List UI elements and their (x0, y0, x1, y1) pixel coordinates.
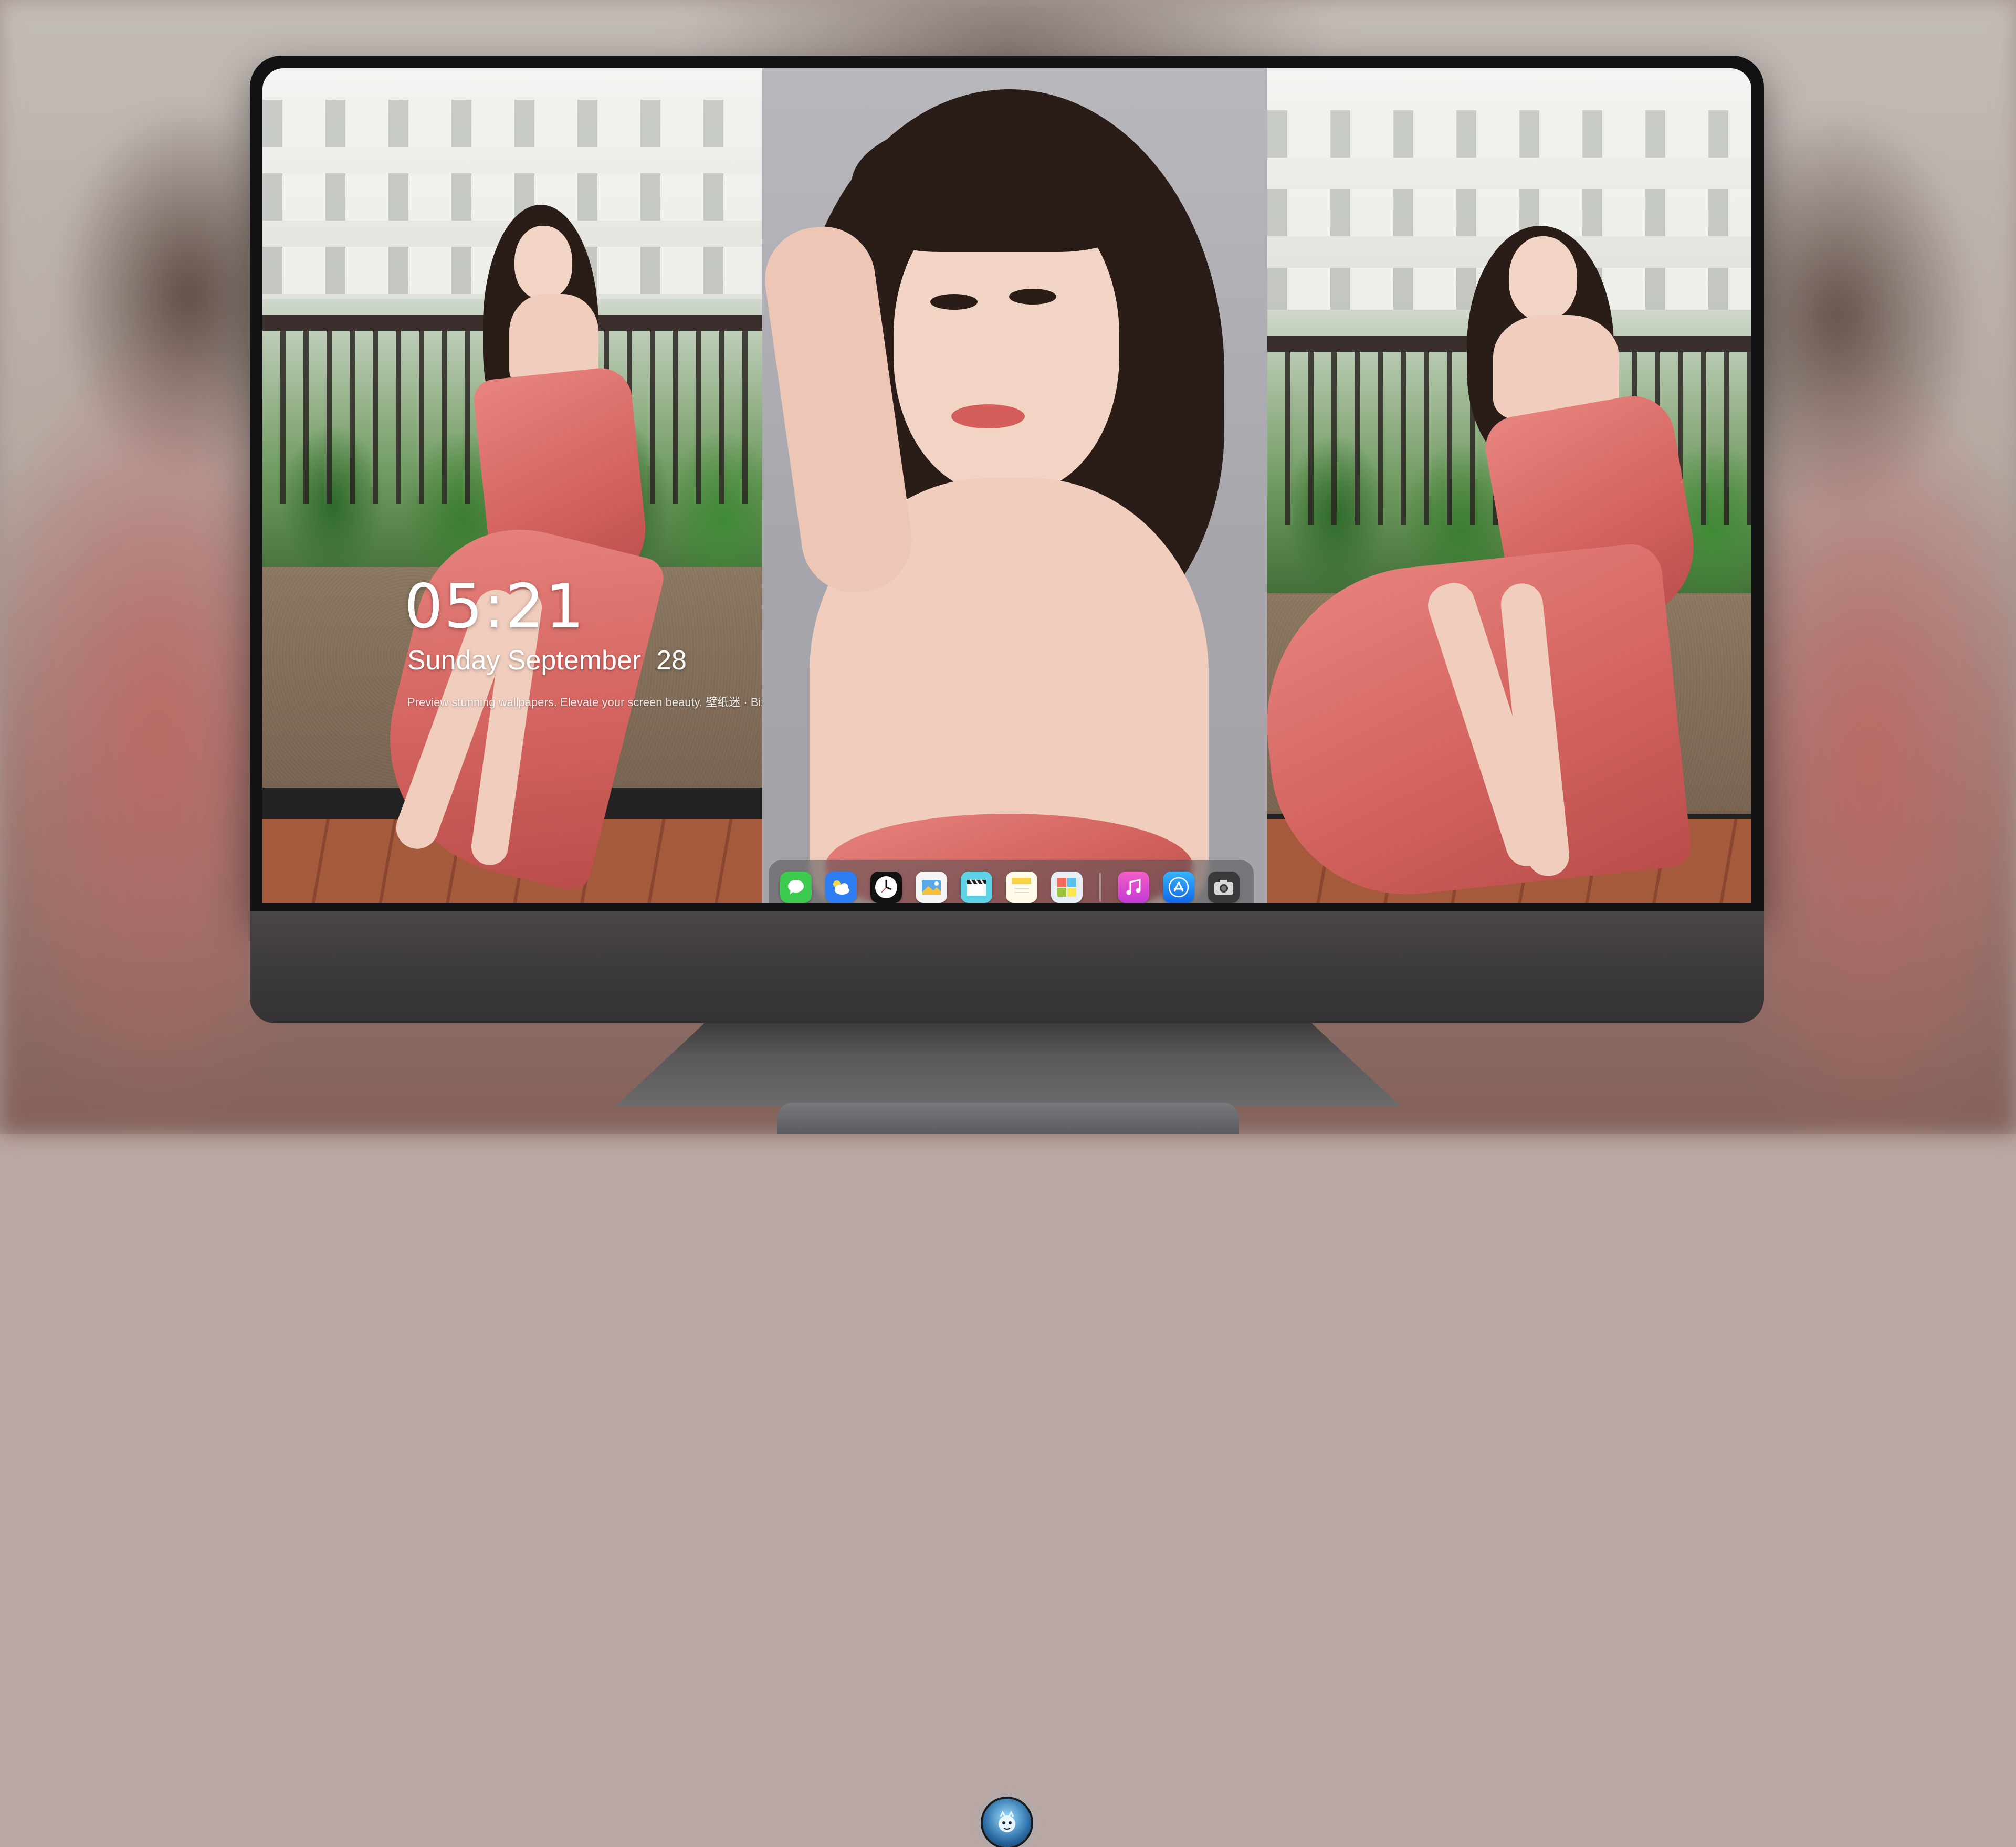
camera-icon[interactable] (1208, 872, 1240, 903)
screen: 05:21 Sunday September 28 Preview stunni… (262, 68, 1751, 903)
lock-screen-date: Sunday September 28 (407, 645, 687, 676)
wallpaper-panel-middle (762, 68, 1267, 903)
photo-grid-icon[interactable] (1051, 872, 1083, 903)
monitor-bezel: 05:21 Sunday September 28 Preview stunni… (250, 56, 1764, 911)
photo-viewer-icon[interactable] (916, 872, 947, 903)
dock-separator (1099, 873, 1101, 902)
app-dock (769, 860, 1254, 903)
building-floor (262, 100, 762, 147)
notepad-icon[interactable] (1006, 872, 1037, 903)
speech-bubble-icon[interactable] (780, 872, 812, 903)
music-note-icon[interactable] (1118, 872, 1149, 903)
building-floor (1267, 110, 1751, 158)
wallpaper-panel-left: 05:21 Sunday September 28 Preview stunni… (262, 68, 762, 903)
monitor-chin (250, 911, 1764, 1847)
lips (951, 404, 1025, 428)
building-floor (262, 173, 762, 221)
dragon-mascot-logo-icon (983, 1799, 1031, 1847)
lock-screen-time: 05:21 (404, 571, 585, 642)
wallpaper-panel-right (1267, 68, 1751, 903)
face (1509, 236, 1577, 320)
face (514, 226, 572, 299)
building-floor (1267, 189, 1751, 236)
cloud-icon[interactable] (825, 872, 857, 903)
monitor: 05:21 Sunday September 28 Preview stunni… (250, 56, 1764, 1847)
lock-screen-tagline: Preview stunning wallpapers. Elevate you… (407, 696, 762, 709)
bangs (852, 116, 1146, 252)
clock-icon[interactable] (870, 872, 902, 903)
eye (1009, 289, 1056, 305)
clapperboard-icon[interactable] (961, 872, 992, 903)
monitor-stand-neck (615, 1023, 1401, 1107)
monitor-stand-base (777, 1103, 1239, 1134)
eye (930, 294, 978, 310)
app-store-icon[interactable] (1163, 872, 1194, 903)
